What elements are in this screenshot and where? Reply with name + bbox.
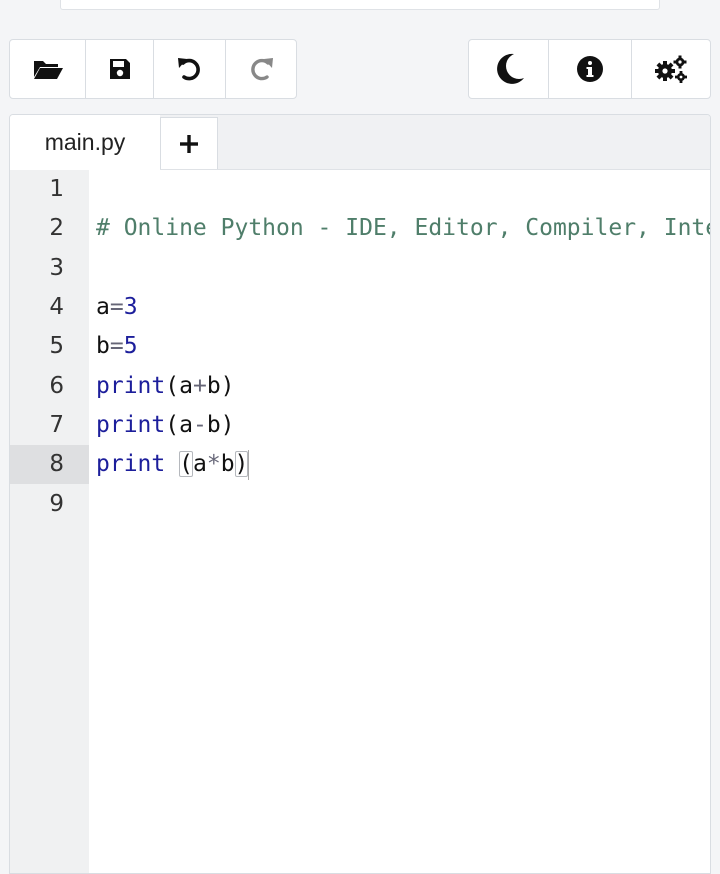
code-line-7: print(a-b) [96,406,235,445]
code-line-2: # Online Python - IDE, Editor, Compiler,… [96,215,710,241]
identifier: b [96,333,110,359]
code-token: b [220,451,235,477]
code-line-5: b=5 [96,327,138,366]
tab-main-py[interactable]: main.py [10,115,160,170]
text-cursor [248,449,250,480]
undo-icon [177,58,200,81]
operator: - [192,412,207,438]
save-button[interactable] [86,40,154,98]
code-token: (a [165,373,193,399]
line-number: 6 [49,373,64,399]
operator: + [192,373,207,399]
matched-open-paren: ( [179,451,193,477]
open-folder-button[interactable] [10,40,86,98]
operator: * [206,451,221,477]
close-x-icon: ✕ [67,0,77,4]
keyword: print [96,412,166,438]
code-token: a [192,451,207,477]
line-number: 1 [49,176,64,202]
redo-icon [251,58,273,81]
settings-button[interactable] [632,40,710,98]
code-line-6: print(a+b) [96,367,235,406]
info-circle-icon [577,56,603,82]
matched-close-paren: ) [234,451,249,477]
code-line-8: print (a*b) [96,445,250,484]
tab-label: main.py [44,129,126,155]
code-editor: main.py 1 2 3 4 5 6 7 8 9 # Online Pytho… [9,114,711,874]
identifier: a [96,294,110,320]
file-toolbar [9,39,297,99]
view-toolbar [468,39,711,99]
tab-bar: main.py [10,115,710,170]
line-number: 7 [49,412,64,438]
code-token: b) [206,412,235,438]
code-text-area[interactable]: # Online Python - IDE, Editor, Compiler,… [89,170,710,873]
plus-icon [180,134,198,153]
code-line-4: a=3 [96,288,138,327]
redo-button[interactable] [226,40,296,98]
line-number: 9 [49,491,64,517]
number-literal: 3 [123,294,138,320]
line-number: 5 [49,333,64,359]
dark-mode-button[interactable] [469,40,549,98]
code-token: b) [206,373,235,399]
top-search-strip: ✕ [60,0,660,10]
folder-open-icon [33,61,63,79]
add-tab-button[interactable] [160,117,218,169]
line-number: 2 [49,215,64,241]
moon-icon [496,53,524,84]
keyword: print [96,451,166,477]
line-number: 3 [49,255,64,281]
operator: = [109,294,124,320]
info-button[interactable] [549,40,632,98]
operator: = [109,333,124,359]
line-number: 4 [49,294,64,320]
code-token: (a [165,412,193,438]
undo-button[interactable] [154,40,226,98]
active-line-number: 8 [10,445,89,484]
line-number-gutter: 1 2 3 4 5 6 7 8 9 [10,170,89,873]
floppy-disk-icon [109,59,130,79]
number-literal: 5 [123,333,138,359]
gears-icon [655,55,687,83]
keyword: print [96,373,166,399]
